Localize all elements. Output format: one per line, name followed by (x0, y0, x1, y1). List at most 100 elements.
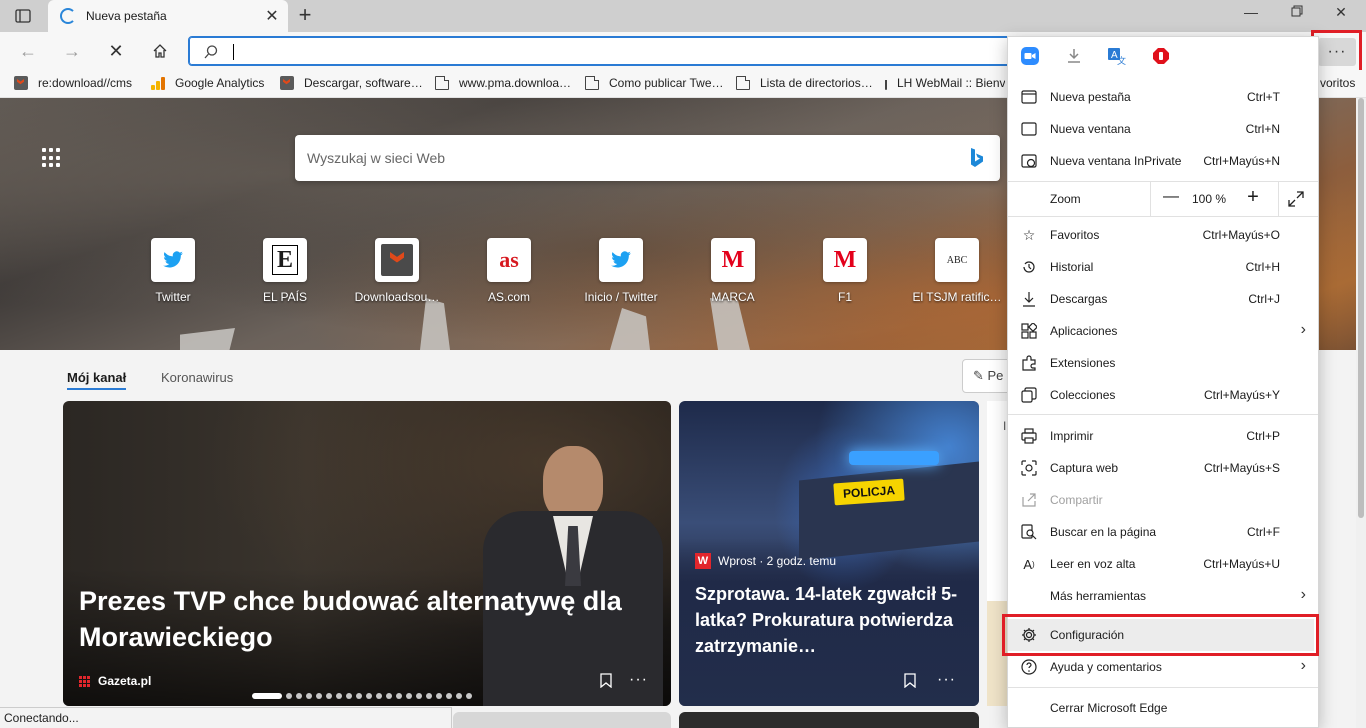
menu-item-more-tools[interactable]: Más herramientas › (1008, 580, 1318, 612)
translate-icon[interactable]: A文 (1108, 47, 1126, 66)
address-bar[interactable] (188, 36, 1018, 66)
adblock-icon[interactable] (1152, 47, 1170, 65)
menu-item-web-capture[interactable]: Captura web Ctrl+Mayús+S (1008, 452, 1318, 484)
quick-link-marca[interactable]: M MARCA (685, 238, 781, 304)
tile-label: AS.com (487, 290, 530, 304)
elpais-icon: E (263, 238, 307, 282)
news-card-partial[interactable] (679, 712, 979, 728)
menu-item-downloads[interactable]: Descargas Ctrl+J (1008, 283, 1318, 315)
star-icon: ☆ (1022, 226, 1036, 243)
web-capture-icon (1021, 460, 1037, 476)
restore-button[interactable] (1282, 4, 1312, 26)
menu-item-favorites[interactable]: ☆ Favoritos Ctrl+Mayús+O (1008, 219, 1318, 251)
status-bar: Conectando... (0, 707, 452, 728)
more-options-icon[interactable]: ··· (629, 671, 648, 689)
minimize-button[interactable]: — (1236, 4, 1266, 26)
favorite-item[interactable]: www.pma.downloa… (435, 76, 571, 90)
web-search-box[interactable]: Wyszukaj w sieci Web (295, 135, 1000, 181)
news-source: W Wprost · 2 godz. temu (695, 553, 836, 569)
printer-icon (1021, 428, 1037, 444)
menu-item-find[interactable]: Buscar en la página Ctrl+F (1008, 516, 1318, 548)
find-icon (1021, 524, 1037, 540)
quick-link-elpais[interactable]: E EL PAÍS (237, 238, 333, 304)
back-button[interactable]: ← (14, 38, 42, 64)
menu-item-close-edge[interactable]: Cerrar Microsoft Edge (1008, 692, 1318, 724)
menu-item-share[interactable]: Compartir (1008, 484, 1318, 516)
apps-icon (1021, 323, 1037, 339)
favorite-label: Google Analytics (175, 76, 265, 90)
read-aloud-icon: A) (1023, 556, 1035, 572)
tab-actions-button[interactable] (8, 6, 38, 26)
stop-button[interactable]: ✕ (102, 38, 130, 64)
page-icon (736, 76, 750, 90)
bing-icon[interactable] (970, 147, 984, 169)
quick-link-twitter-home[interactable]: Inicio / Twitter (573, 238, 669, 304)
new-window-icon (1021, 121, 1037, 137)
search-placeholder: Wyszukaj w sieci Web (307, 150, 446, 166)
page-scrollbar[interactable] (1356, 98, 1366, 728)
menu-item-collections[interactable]: Colecciones Ctrl+Mayús+Y (1008, 379, 1318, 411)
analytics-icon (151, 76, 165, 90)
feed-tab-my-feed[interactable]: Mój kanał (67, 370, 127, 390)
news-card[interactable]: POLICJA W Wprost · 2 godz. temu Szprotaw… (679, 401, 979, 706)
favorite-item[interactable]: Descargar, software… (280, 76, 423, 90)
other-favorites[interactable]: voritos (1320, 76, 1355, 90)
tile-label: EL PAÍS (262, 290, 308, 304)
restore-icon (1291, 5, 1303, 17)
favorite-label: Descargar, software… (304, 76, 423, 90)
menu-item-print[interactable]: Imprimir Ctrl+P (1008, 420, 1318, 452)
personalize-button[interactable]: ✎ Pe (962, 359, 1012, 393)
favorite-item[interactable]: re:download//cms (14, 76, 132, 90)
menu-item-read-aloud[interactable]: A) Leer en voz alta Ctrl+Mayús+U (1008, 548, 1318, 580)
favorite-item[interactable]: Google Analytics (151, 76, 264, 90)
favorite-label: Lista de directorios… (760, 76, 873, 90)
fullscreen-icon[interactable] (1288, 191, 1304, 210)
zoom-meeting-icon[interactable] (1021, 47, 1039, 65)
highlight-box-settings (1002, 614, 1319, 656)
menu-item-extensions[interactable]: Extensiones (1008, 347, 1318, 379)
tile-label: El TSJM ratific… (912, 290, 1002, 304)
help-icon (1021, 659, 1037, 675)
feed-tab-coronavirus[interactable]: Koronawirus (161, 370, 233, 385)
news-card-partial[interactable] (453, 712, 671, 728)
quick-link-abc[interactable]: ABC El TSJM ratific… (909, 238, 1005, 304)
forward-button[interactable]: → (58, 38, 86, 64)
zoom-in-button[interactable]: + (1240, 186, 1266, 209)
app-launcher-icon[interactable] (42, 148, 62, 168)
menu-item-new-window[interactable]: Nueva ventana Ctrl+N (1008, 113, 1318, 145)
home-button[interactable] (146, 38, 174, 64)
favorite-item[interactable]: Como publicar Twe… (585, 76, 724, 90)
carousel-pager[interactable] (252, 693, 472, 699)
search-icon (204, 45, 218, 59)
news-card-featured[interactable]: Prezes TVP chce budować alternatywę dla … (63, 401, 671, 706)
favorite-label: re:download//cms (38, 76, 133, 90)
bookmark-icon[interactable] (904, 673, 916, 691)
quick-link-as[interactable]: as AS.com (461, 238, 557, 304)
download-icon (1021, 291, 1037, 307)
tab-new-tab[interactable]: Nueva pestaña ✕ (48, 0, 288, 32)
favorite-item[interactable]: LH WebMail :: Bienv (885, 76, 1005, 90)
quick-link-downloadsource[interactable]: Downloadsou… (349, 238, 445, 304)
tile-label: F1 (837, 290, 852, 304)
menu-item-apps[interactable]: Aplicaciones › (1008, 315, 1318, 347)
menu-item-inprivate[interactable]: Nueva ventana InPrivate Ctrl+Mayús+N (1008, 145, 1318, 177)
marca-icon: M (823, 238, 867, 282)
close-window-button[interactable]: ✕ (1326, 4, 1356, 26)
tile-label: Inicio / Twitter (584, 290, 658, 304)
chevron-right-icon: › (1300, 321, 1306, 338)
menu-item-help[interactable]: Ayuda y comentarios › (1008, 651, 1318, 683)
bookmark-icon[interactable] (600, 673, 614, 689)
new-tab-button[interactable]: + (292, 4, 318, 28)
more-options-icon[interactable]: ··· (937, 671, 956, 689)
menu-item-history[interactable]: Historial Ctrl+H (1008, 251, 1318, 283)
quick-link-twitter[interactable]: Twitter (125, 238, 221, 304)
title-bar: Nueva pestaña ✕ + — ✕ (0, 0, 1366, 32)
favorite-label: LH WebMail :: Bienv (897, 76, 1005, 90)
quick-link-f1[interactable]: M F1 (797, 238, 893, 304)
favorite-item[interactable]: Lista de directorios… (736, 76, 873, 90)
menu-item-new-tab[interactable]: Nueva pestaña Ctrl+T (1008, 81, 1318, 113)
tile-label: Twitter (155, 290, 191, 304)
download-icon[interactable] (1065, 47, 1083, 65)
zoom-out-button[interactable]: — (1158, 188, 1184, 206)
close-tab-icon[interactable]: ✕ (260, 6, 284, 26)
